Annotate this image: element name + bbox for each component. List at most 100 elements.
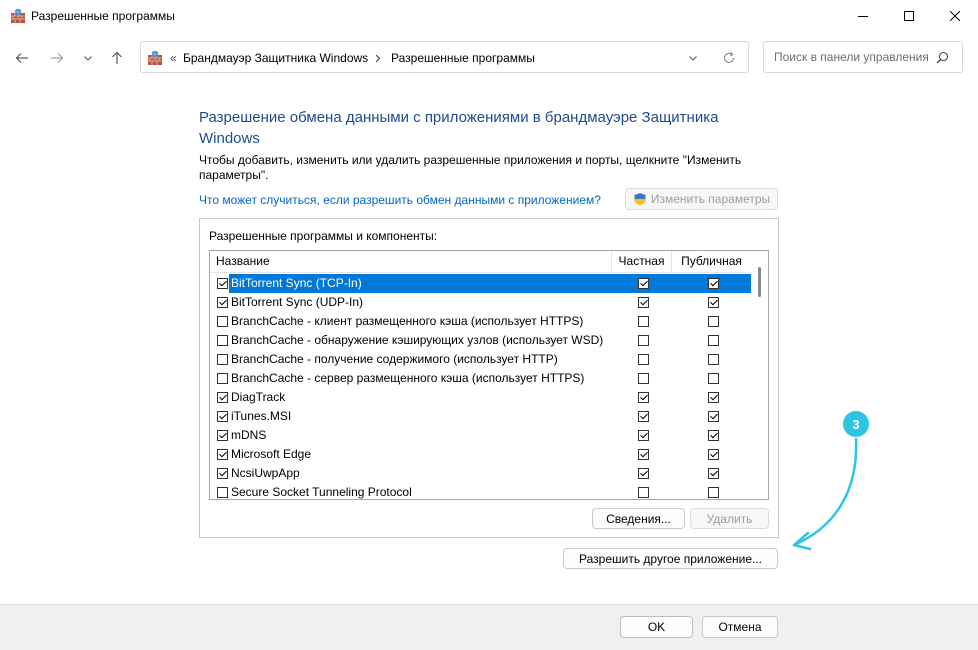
minimize-icon <box>858 16 868 17</box>
public-checkbox[interactable] <box>708 411 719 422</box>
refresh-button[interactable] <box>721 50 737 66</box>
chevron-down-icon <box>84 56 92 61</box>
enable-checkbox[interactable] <box>217 354 228 365</box>
maximize-icon <box>904 11 914 21</box>
maximize-button[interactable] <box>886 0 932 32</box>
public-checkbox[interactable] <box>708 468 719 479</box>
firewall-icon <box>11 8 25 23</box>
enable-checkbox[interactable] <box>217 449 228 460</box>
app-name: BitTorrent Sync (UDP-In) <box>231 295 364 309</box>
column-header-public[interactable]: Публичная <box>672 251 751 272</box>
public-checkbox[interactable] <box>708 392 719 403</box>
table-row[interactable]: NcsiUwpApp <box>210 464 751 483</box>
private-checkbox[interactable] <box>638 316 649 327</box>
remove-button[interactable]: Удалить <box>690 508 769 529</box>
ok-button[interactable]: OK <box>620 616 693 638</box>
up-button[interactable] <box>105 46 129 70</box>
enable-checkbox[interactable] <box>217 468 228 479</box>
step-badge: 3 <box>843 411 869 437</box>
change-settings-label: Изменить параметры <box>650 192 771 206</box>
breadcrumb-item-firewall[interactable]: Брандмауэр Защитника Windows <box>183 51 368 65</box>
public-checkbox[interactable] <box>708 316 719 327</box>
table-row[interactable]: BitTorrent Sync (TCP-In) <box>210 274 752 293</box>
public-checkbox[interactable] <box>708 278 719 289</box>
address-dropdown-button[interactable] <box>686 51 700 65</box>
app-name: BranchCache - получение содержимого (исп… <box>231 352 558 366</box>
column-header-private[interactable]: Частная <box>612 251 672 272</box>
enable-checkbox[interactable] <box>217 297 228 308</box>
private-checkbox[interactable] <box>638 335 649 346</box>
table-row[interactable]: BranchCache - сервер размещенного кэша (… <box>210 369 751 388</box>
private-checkbox[interactable] <box>638 468 649 479</box>
enable-checkbox[interactable] <box>217 316 228 327</box>
private-checkbox[interactable] <box>638 278 649 289</box>
search-box[interactable] <box>763 41 963 73</box>
private-checkbox[interactable] <box>638 411 649 422</box>
minimize-button[interactable] <box>840 0 886 32</box>
enable-checkbox[interactable] <box>217 335 228 346</box>
enable-checkbox[interactable] <box>217 392 228 403</box>
risk-info-link[interactable]: Что может случиться, если разрешить обме… <box>199 193 601 207</box>
table-row[interactable]: Microsoft Edge <box>210 445 751 464</box>
public-checkbox[interactable] <box>708 297 719 308</box>
breadcrumb-item-allowed-apps[interactable]: Разрешенные программы <box>391 51 535 65</box>
allowed-apps-list[interactable]: Название Частная Публичная BitTorrent Sy… <box>209 250 769 500</box>
arrow-left-icon <box>15 53 28 63</box>
table-row[interactable]: Secure Socket Tunneling Protocol <box>210 483 751 499</box>
private-checkbox[interactable] <box>638 373 649 384</box>
enable-checkbox[interactable] <box>217 373 228 384</box>
table-row[interactable]: mDNS <box>210 426 751 445</box>
private-checkbox[interactable] <box>638 354 649 365</box>
public-checkbox[interactable] <box>708 354 719 365</box>
details-button[interactable]: Сведения... <box>592 508 685 529</box>
app-name: Secure Socket Tunneling Protocol <box>231 485 412 499</box>
refresh-icon <box>723 51 735 63</box>
dialog-footer <box>0 604 978 650</box>
private-checkbox[interactable] <box>638 297 649 308</box>
enable-checkbox[interactable] <box>217 411 228 422</box>
app-name: BitTorrent Sync (TCP-In) <box>229 274 752 293</box>
app-name: BranchCache - клиент размещенного кэша (… <box>231 314 584 328</box>
public-checkbox[interactable] <box>708 373 719 384</box>
change-settings-button[interactable]: Изменить параметры <box>625 188 778 210</box>
table-row[interactable]: BranchCache - клиент размещенного кэша (… <box>210 312 751 331</box>
app-name: Microsoft Edge <box>231 447 312 461</box>
app-name: mDNS <box>231 428 267 442</box>
private-checkbox[interactable] <box>638 487 649 498</box>
public-checkbox[interactable] <box>708 487 719 498</box>
back-button[interactable] <box>10 46 34 70</box>
enable-checkbox[interactable] <box>217 278 228 289</box>
page-heading: Разрешение обмена данными с приложениями… <box>199 109 719 147</box>
page-description: Чтобы добавить, изменить или удалить раз… <box>199 153 742 182</box>
chevron-right-icon <box>375 54 381 63</box>
public-checkbox[interactable] <box>708 430 719 441</box>
allowed-apps-label: Разрешенные программы и компоненты: <box>209 229 438 243</box>
column-header-name[interactable]: Название <box>210 251 612 272</box>
table-row[interactable]: iTunes.MSI <box>210 407 751 426</box>
arrow-right-icon <box>51 53 64 63</box>
search-input[interactable] <box>772 49 936 65</box>
private-checkbox[interactable] <box>638 392 649 403</box>
annotation-arrow <box>792 437 858 551</box>
allow-other-app-button[interactable]: Разрешить другое приложение... <box>563 548 778 569</box>
public-checkbox[interactable] <box>708 449 719 460</box>
scrollbar-thumb[interactable] <box>758 267 761 297</box>
breadcrumb-overflow[interactable]: « <box>170 51 177 65</box>
forward-button[interactable] <box>45 46 69 70</box>
title-bar: Разрешенные программы <box>0 0 978 32</box>
recent-locations-button[interactable] <box>76 46 100 70</box>
public-checkbox[interactable] <box>708 335 719 346</box>
table-row[interactable]: BitTorrent Sync (UDP-In) <box>210 293 751 312</box>
enable-checkbox[interactable] <box>217 430 228 441</box>
address-bar[interactable]: « Брандмауэр Защитника Windows Разрешенн… <box>140 41 749 73</box>
private-checkbox[interactable] <box>638 449 649 460</box>
table-row[interactable]: BranchCache - получение содержимого (исп… <box>210 350 751 369</box>
close-button[interactable] <box>932 0 978 32</box>
cancel-button[interactable]: Отмена <box>702 616 778 638</box>
list-scrollbar[interactable] <box>751 251 768 499</box>
private-checkbox[interactable] <box>638 430 649 441</box>
table-row[interactable]: BranchCache - обнаружение кэширующих узл… <box>210 331 751 350</box>
list-header: Название Частная Публичная <box>210 251 751 273</box>
table-row[interactable]: DiagTrack <box>210 388 751 407</box>
enable-checkbox[interactable] <box>217 487 228 498</box>
